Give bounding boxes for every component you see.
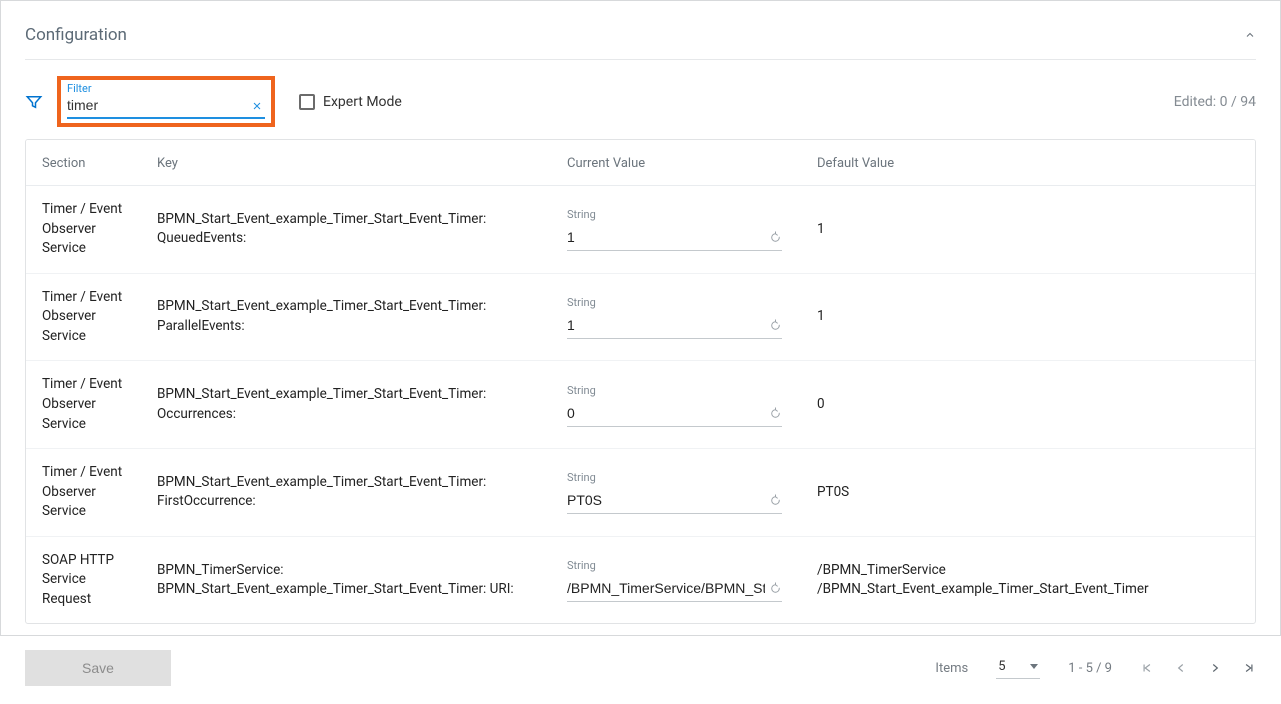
cell-section: Timer / Event Observer Service [26,186,141,274]
collapse-icon[interactable] [1244,29,1256,41]
cell-current-value: String [551,449,801,537]
filter-input[interactable] [67,95,249,117]
current-value-input[interactable] [567,488,765,513]
current-value-input[interactable] [567,225,765,250]
table-row: Timer / Event Observer ServiceBPMN_Start… [26,361,1255,449]
cell-current-value: String [551,273,801,361]
cell-key: BPMN_Start_Event_example_Timer_Start_Eve… [141,273,551,361]
pager: Items 5 1 - 5 / 9 [935,657,1256,679]
cell-default-value: 1 [801,273,1255,361]
clear-filter-icon[interactable] [249,100,265,112]
filter-icon[interactable] [25,93,43,111]
cell-default-value: 0 [801,361,1255,449]
checkbox-icon[interactable] [299,94,315,110]
table-row: Timer / Event Observer ServiceBPMN_Start… [26,449,1255,537]
cell-section: SOAP HTTP Service Request [26,536,141,623]
col-header-key[interactable]: Key [141,140,551,186]
toolbar: Filter Expert Mode Edited: 0 / 94 [25,74,1256,129]
panel-title: Configuration [25,25,127,45]
value-type-label: String [567,558,785,574]
col-header-default-value[interactable]: Default Value [801,140,1255,186]
first-page-icon[interactable] [1140,661,1154,675]
cell-section: Timer / Event Observer Service [26,273,141,361]
value-type-label: String [567,295,785,311]
table-row: Timer / Event Observer ServiceBPMN_Start… [26,273,1255,361]
table-row: SOAP HTTP Service RequestBPMN_TimerServi… [26,536,1255,623]
col-header-current-value[interactable]: Current Value [551,140,801,186]
reset-value-icon[interactable] [769,494,782,507]
panel-header: Configuration [25,25,1256,45]
cell-default-value: /BPMN_TimerService /BPMN_Start_Event_exa… [801,536,1255,623]
cell-section: Timer / Event Observer Service [26,361,141,449]
expert-mode-label: Expert Mode [323,94,402,110]
dropdown-icon [1030,664,1038,669]
items-label: Items [935,661,968,676]
current-value-input[interactable] [567,401,765,426]
save-button[interactable]: Save [25,650,171,686]
cell-current-value: String [551,536,801,623]
next-page-icon[interactable] [1208,661,1222,675]
cell-key: BPMN_Start_Event_example_Timer_Start_Eve… [141,449,551,537]
page-range: 1 - 5 / 9 [1068,661,1112,676]
edited-counter: Edited: 0 / 94 [1174,94,1256,110]
reset-value-icon[interactable] [769,231,782,244]
table-row: Timer / Event Observer ServiceBPMN_Start… [26,186,1255,274]
cell-key: BPMN_Start_Event_example_Timer_Start_Eve… [141,186,551,274]
filter-label: Filter [67,82,265,95]
value-type-label: String [567,207,785,223]
expert-mode-toggle[interactable]: Expert Mode [299,94,402,110]
col-header-section[interactable]: Section [26,140,141,186]
value-type-label: String [567,470,785,486]
divider [25,59,1256,60]
items-per-page-value: 5 [998,659,1005,674]
cell-key: BPMN_Start_Event_example_Timer_Start_Eve… [141,361,551,449]
reset-value-icon[interactable] [769,407,782,420]
last-page-icon[interactable] [1242,661,1256,675]
cell-section: Timer / Event Observer Service [26,449,141,537]
prev-page-icon[interactable] [1174,661,1188,675]
cell-default-value: PT0S [801,449,1255,537]
config-table: Section Key Current Value Default Value … [25,139,1256,624]
reset-value-icon[interactable] [769,582,782,595]
value-type-label: String [567,383,785,399]
cell-default-value: 1 [801,186,1255,274]
reset-value-icon[interactable] [769,319,782,332]
cell-current-value: String [551,186,801,274]
cell-key: BPMN_TimerService: BPMN_Start_Event_exam… [141,536,551,623]
cell-current-value: String [551,361,801,449]
items-per-page-select[interactable]: 5 [996,657,1040,679]
footer: Save Items 5 1 - 5 / 9 [25,650,1256,686]
current-value-input[interactable] [567,576,765,601]
current-value-input[interactable] [567,313,765,338]
filter-field-highlight: Filter [57,76,275,127]
